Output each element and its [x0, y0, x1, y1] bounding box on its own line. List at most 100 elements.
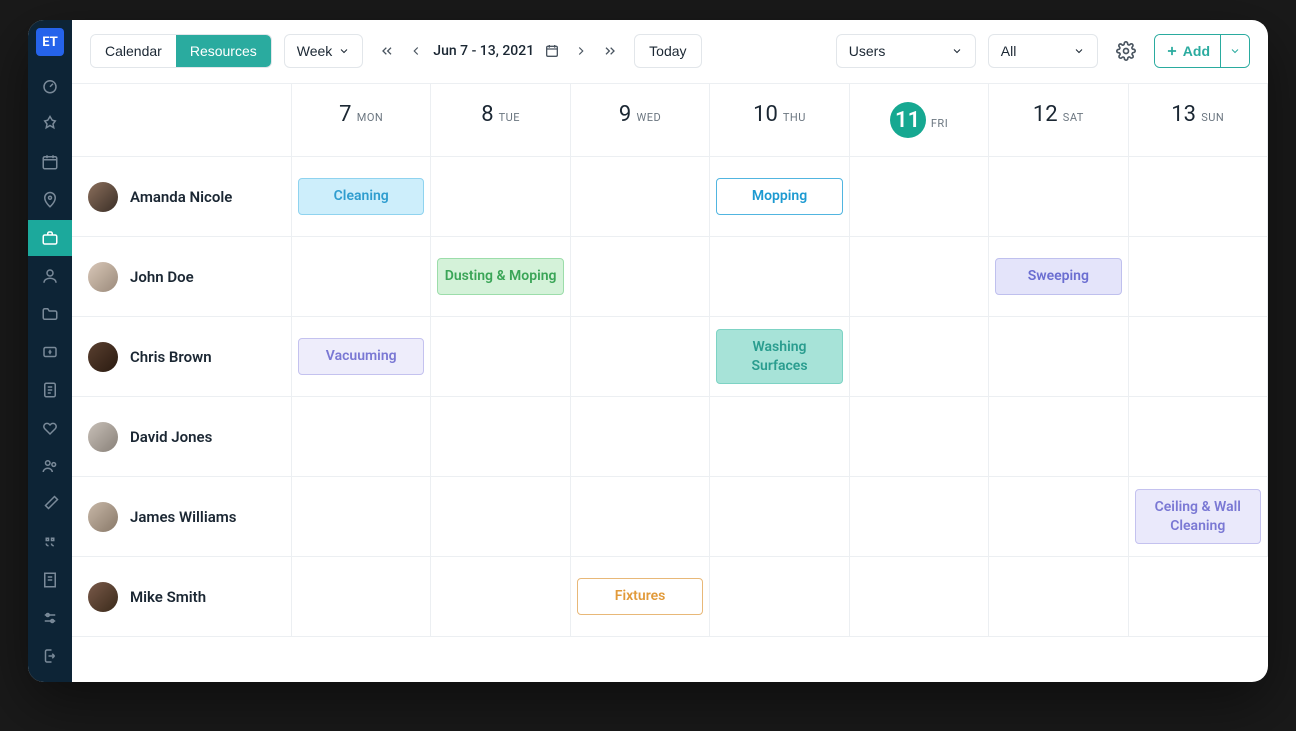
schedule-cell[interactable] — [710, 397, 849, 477]
schedule-cell[interactable] — [571, 157, 710, 237]
schedule-cell[interactable] — [1129, 237, 1268, 317]
resource-name: James Williams — [130, 508, 237, 526]
filter-users-dropdown[interactable]: Users — [836, 34, 976, 68]
add-button[interactable]: Add — [1155, 35, 1220, 67]
schedule-cell[interactable] — [850, 317, 989, 397]
next-button[interactable] — [570, 40, 592, 62]
nav-money[interactable] — [28, 334, 72, 370]
schedule-cell[interactable] — [710, 237, 849, 317]
schedule-cell[interactable] — [710, 477, 849, 557]
schedule-cell[interactable]: Washing Surfaces — [710, 317, 849, 397]
sidebar: ET — [28, 20, 72, 682]
schedule-cell[interactable] — [571, 397, 710, 477]
nav-heart[interactable] — [28, 410, 72, 446]
schedule-cell[interactable] — [710, 557, 849, 637]
nav-dashboard[interactable] — [28, 68, 72, 104]
schedule-cell[interactable] — [989, 557, 1128, 637]
schedule-cell[interactable] — [292, 557, 431, 637]
date-range-label: Jun 7 - 13, 2021 — [433, 43, 534, 59]
task-chip[interactable]: Dusting & Moping — [437, 258, 563, 294]
day-number: 12 — [1033, 102, 1058, 127]
schedule-cell[interactable] — [431, 557, 570, 637]
task-chip[interactable]: Ceiling & Wall Cleaning — [1135, 489, 1261, 543]
schedule-cell[interactable] — [292, 477, 431, 557]
prev-period-button[interactable] — [375, 39, 399, 63]
resource-row-label: Chris Brown — [72, 317, 292, 397]
day-header: 8 TUE — [431, 84, 570, 157]
nav-user[interactable] — [28, 258, 72, 294]
task-chip[interactable]: Mopping — [716, 178, 842, 214]
next-period-button[interactable] — [598, 39, 622, 63]
nav-folder[interactable] — [28, 296, 72, 332]
schedule-cell[interactable] — [571, 477, 710, 557]
schedule-cell[interactable]: Dusting & Moping — [431, 237, 570, 317]
schedule-cell[interactable] — [989, 477, 1128, 557]
avatar — [88, 582, 118, 612]
wrench-icon — [41, 495, 59, 513]
day-number: 8 — [481, 102, 493, 127]
tab-calendar[interactable]: Calendar — [91, 35, 176, 67]
calendar-icon — [41, 153, 59, 171]
schedule-cell[interactable] — [989, 317, 1128, 397]
task-chip[interactable]: Vacuuming — [298, 338, 424, 374]
schedule-cell[interactable] — [571, 237, 710, 317]
nav-logout[interactable] — [28, 638, 72, 674]
schedule-cell[interactable]: Cleaning — [292, 157, 431, 237]
nav-sliders[interactable] — [28, 600, 72, 636]
schedule-cell[interactable] — [989, 397, 1128, 477]
avatar — [88, 182, 118, 212]
nav-doc[interactable] — [28, 372, 72, 408]
schedule-cell[interactable] — [431, 477, 570, 557]
schedule-cell[interactable] — [850, 397, 989, 477]
nav-calendar[interactable] — [28, 144, 72, 180]
briefcase-icon — [41, 229, 59, 247]
schedule-cell[interactable] — [850, 237, 989, 317]
nav-quote[interactable] — [28, 524, 72, 560]
task-chip[interactable]: Washing Surfaces — [716, 329, 842, 383]
schedule-cell[interactable]: Ceiling & Wall Cleaning — [1129, 477, 1268, 557]
schedule-cell[interactable] — [850, 157, 989, 237]
schedule-cell[interactable] — [431, 317, 570, 397]
view-range-dropdown[interactable]: Week — [284, 34, 364, 68]
schedule-cell[interactable]: Fixtures — [571, 557, 710, 637]
task-chip[interactable]: Fixtures — [577, 578, 703, 614]
schedule-cell[interactable] — [989, 157, 1128, 237]
schedule-cell[interactable] — [571, 317, 710, 397]
nav-pin[interactable] — [28, 106, 72, 142]
double-chevron-right-icon — [602, 43, 618, 59]
schedule-grid: 7 MON8 TUE9 WED10 THU11 FRI12 SAT13 SUNA… — [72, 83, 1268, 637]
tab-resources[interactable]: Resources — [176, 35, 271, 67]
schedule-cell[interactable] — [1129, 157, 1268, 237]
schedule-cell[interactable] — [292, 237, 431, 317]
schedule-cell[interactable] — [850, 477, 989, 557]
prev-button[interactable] — [405, 40, 427, 62]
nav-tools[interactable] — [28, 486, 72, 522]
settings-button[interactable] — [1110, 35, 1142, 67]
filter-all-dropdown[interactable]: All — [988, 34, 1098, 68]
schedule-cell[interactable] — [431, 397, 570, 477]
schedule-cell[interactable] — [431, 157, 570, 237]
logout-icon — [41, 647, 59, 665]
schedule-cell[interactable] — [1129, 397, 1268, 477]
task-chip[interactable]: Sweeping — [995, 258, 1121, 294]
resource-name: David Jones — [130, 428, 212, 446]
resource-name: John Doe — [130, 268, 194, 286]
schedule-cell[interactable]: Vacuuming — [292, 317, 431, 397]
schedule-cell[interactable]: Mopping — [710, 157, 849, 237]
nav-location[interactable] — [28, 182, 72, 218]
nav-team[interactable] — [28, 448, 72, 484]
today-button[interactable]: Today — [634, 34, 701, 68]
schedule-cell[interactable]: Sweeping — [989, 237, 1128, 317]
receipt-icon — [41, 571, 59, 589]
schedule-cell[interactable] — [850, 557, 989, 637]
schedule-cell[interactable] — [1129, 317, 1268, 397]
schedule-cell[interactable] — [292, 397, 431, 477]
schedule-cell[interactable] — [1129, 557, 1268, 637]
add-dropdown-button[interactable] — [1220, 35, 1249, 67]
date-picker-button[interactable] — [540, 39, 564, 63]
day-header: 12 SAT — [989, 84, 1128, 157]
chevron-down-icon — [1229, 45, 1241, 57]
task-chip[interactable]: Cleaning — [298, 178, 424, 214]
nav-briefcase[interactable] — [28, 220, 72, 256]
nav-receipt[interactable] — [28, 562, 72, 598]
